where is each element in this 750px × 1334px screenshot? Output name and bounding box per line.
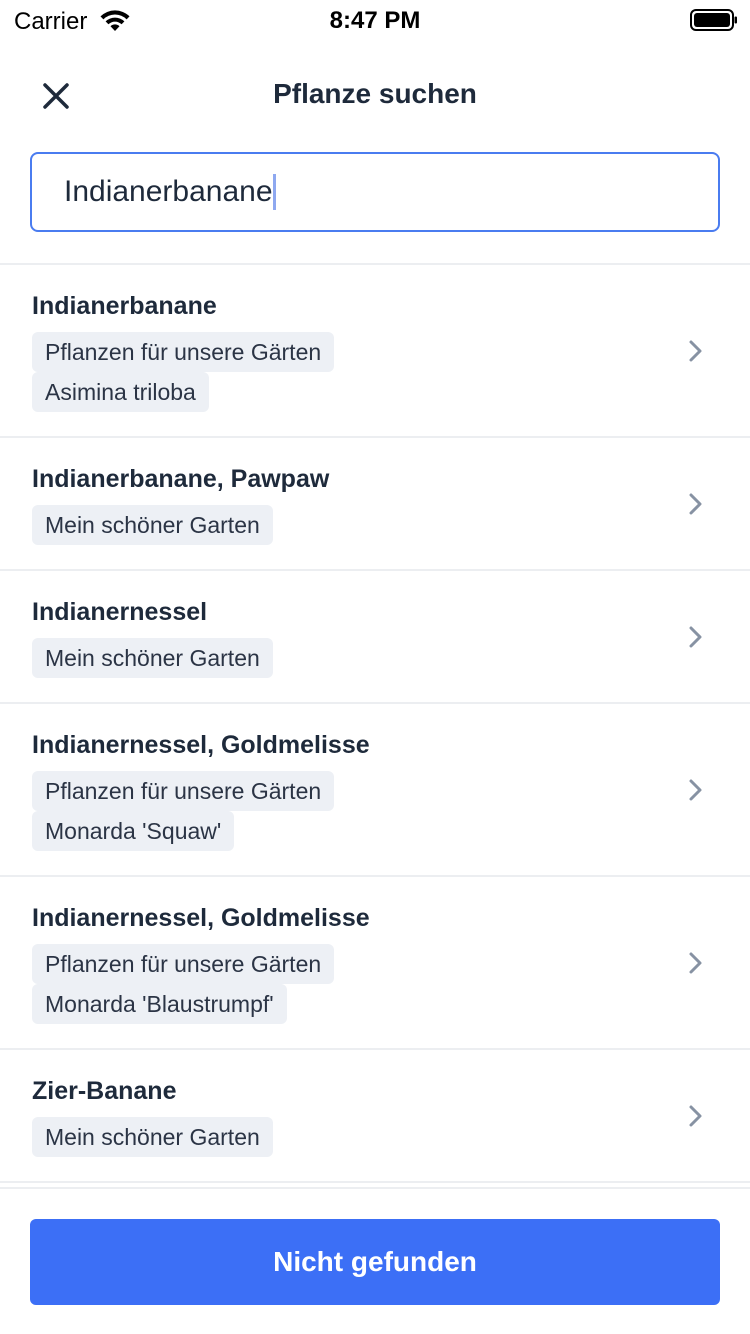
result-title: Indianernessel, Goldmelisse: [32, 731, 370, 759]
list-item[interactable]: Indianernessel, Goldmelisse Pflanzen für …: [0, 704, 750, 877]
source-tag: Mein schöner Garten: [32, 505, 273, 545]
source-tag: Monarda 'Blaustrumpf': [32, 984, 287, 1024]
result-title: Indianerbanane, Pawpaw: [32, 465, 330, 493]
clock: 8:47 PM: [329, 7, 421, 34]
list-item[interactable]: Indianerbanane Pflanzen für unsere Gärten…: [0, 265, 750, 438]
list-item[interactable]: Indianernessel Mein schöner Garten: [0, 571, 750, 704]
source-tag: Mein schöner Garten: [32, 1117, 273, 1157]
result-tags: Pflanzen für unsere Gärten Monarda 'Blaus…: [32, 944, 718, 1024]
source-tag: Pflanzen für unsere Gärten: [32, 944, 335, 984]
chevron-right-icon: [689, 626, 702, 647]
list-item[interactable]: Indianerbanane, Pawpaw Mein schöner Garte…: [0, 438, 750, 571]
status-bar: Carrier 8:47 PM: [0, 0, 750, 40]
result-tags: Mein schöner Garten: [32, 505, 718, 545]
chevron-right-icon: [689, 340, 702, 361]
chevron-right-icon: [689, 493, 702, 514]
results-list[interactable]: Indianerbanane Pflanzen für unsere Gärten…: [0, 263, 750, 1187]
page-title: Pflanze suchen: [273, 78, 477, 109]
result-title: Zier-Banane: [32, 1077, 177, 1105]
search-input[interactable]: [30, 152, 720, 232]
list-item[interactable]: Zier-Banane Mein schöner Garten: [0, 1050, 750, 1183]
header: Pflanze suchen: [0, 56, 750, 136]
result-tags: Mein schöner Garten: [32, 1117, 718, 1157]
result-title: Indianernessel, Goldmelisse: [32, 904, 370, 932]
not-found-button[interactable]: Nicht gefunden: [30, 1219, 720, 1305]
result-title: Indianernessel: [32, 598, 208, 626]
result-tags: Pflanzen für unsere Gärten Asimina trilob…: [32, 332, 718, 412]
source-tag: Pflanzen für unsere Gärten: [32, 771, 335, 811]
result-title: Indianerbanane: [32, 292, 217, 320]
text-cursor: [273, 174, 276, 210]
source-tag: Asimina triloba: [32, 372, 209, 412]
chevron-right-icon: [689, 952, 702, 973]
result-tags: Pflanzen für unsere Gärten Monarda 'Squaw…: [32, 771, 718, 851]
battery-icon: [690, 9, 737, 31]
chevron-right-icon: [689, 779, 702, 800]
list-item[interactable]: Indianernessel, Goldmelisse Pflanzen für …: [0, 877, 750, 1050]
source-tag: Mein schöner Garten: [32, 638, 273, 678]
source-tag: Monarda 'Squaw': [32, 811, 235, 851]
footer: Nicht gefunden: [0, 1187, 750, 1334]
result-tags: Mein schöner Garten: [32, 638, 718, 678]
source-tag: Pflanzen für unsere Gärten: [32, 332, 335, 372]
chevron-right-icon: [689, 1105, 702, 1126]
